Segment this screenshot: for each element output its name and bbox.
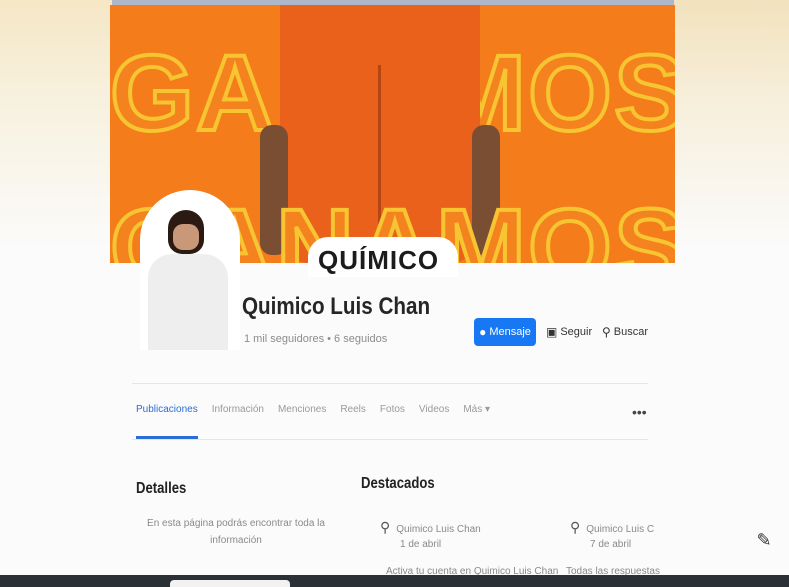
more-options-button[interactable]: ••• bbox=[632, 404, 647, 420]
message-button-label: Mensaje bbox=[489, 326, 531, 338]
bottom-taskbar bbox=[0, 575, 789, 587]
profile-followers[interactable]: 1 mil seguidores • 6 seguidos bbox=[244, 333, 387, 345]
details-heading: Detalles bbox=[136, 480, 187, 497]
follow-button[interactable]: ▣ Seguir bbox=[546, 318, 594, 346]
search-button[interactable]: ⚲ Buscar bbox=[602, 318, 656, 346]
message-button[interactable]: ● Mensaje bbox=[474, 318, 536, 346]
search-button-label: Buscar bbox=[613, 326, 649, 338]
tab-videos[interactable]: Videos bbox=[419, 404, 449, 415]
tab-mentions[interactable]: Menciones bbox=[278, 404, 326, 415]
tabs-divider bbox=[132, 439, 648, 440]
tab-about[interactable]: Información bbox=[212, 404, 264, 415]
featured-item-meta: 7 de abril bbox=[590, 539, 632, 550]
messenger-icon: ● bbox=[479, 325, 487, 339]
pin-icon: ⚲ bbox=[570, 519, 581, 535]
featured-item-name: Quimico Luis Chan bbox=[396, 524, 481, 535]
tab-reels[interactable]: Reels bbox=[340, 404, 366, 415]
tab-posts[interactable]: Publicaciones bbox=[136, 404, 198, 439]
edit-icon[interactable]: ✎ bbox=[752, 528, 776, 552]
follow-button-label: Seguir bbox=[560, 326, 593, 338]
bottom-tab-pill[interactable] bbox=[170, 580, 290, 587]
featured-heading: Destacados bbox=[361, 475, 435, 492]
featured-item-meta: 1 de abril bbox=[400, 539, 442, 550]
profile-name: Quimico Luis Chan bbox=[242, 293, 431, 320]
cover-badge-text: QUÍMICO bbox=[318, 245, 440, 275]
featured-item[interactable]: ⚲ Quimico Luis C 7 de abril bbox=[570, 520, 654, 552]
featured-item[interactable]: ⚲ Quimico Luis Chan 1 de abril bbox=[380, 520, 481, 552]
tab-more[interactable]: Más ▾ bbox=[463, 404, 490, 415]
avatar-shirt bbox=[148, 254, 228, 350]
details-text: En esta página podrás encontrar toda la … bbox=[147, 518, 325, 546]
profile-tabs: Publicaciones Información Menciones Reel… bbox=[136, 404, 490, 439]
cover-badge: QUÍMICO bbox=[308, 237, 458, 277]
follow-icon: ▣ bbox=[546, 325, 558, 339]
background-left bbox=[0, 0, 112, 250]
profile-avatar[interactable] bbox=[140, 190, 240, 350]
background-right bbox=[674, 0, 789, 250]
search-icon: ⚲ bbox=[602, 325, 611, 339]
avatar-face bbox=[173, 224, 199, 250]
tab-photos[interactable]: Fotos bbox=[380, 404, 405, 415]
pin-icon: ⚲ bbox=[380, 519, 391, 535]
header-divider bbox=[132, 383, 648, 384]
featured-item-name: Quimico Luis C bbox=[586, 524, 655, 535]
